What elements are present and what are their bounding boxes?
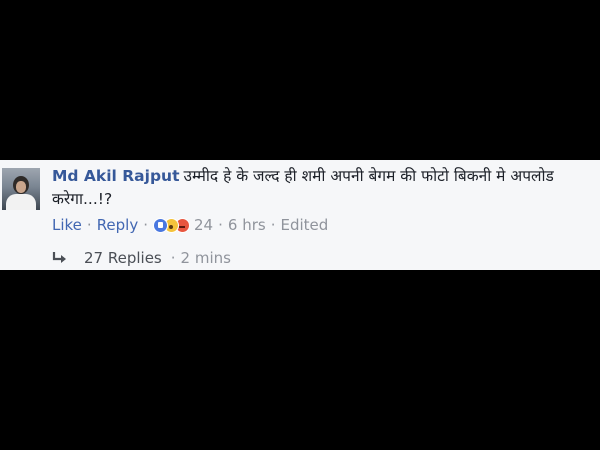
view-replies-link[interactable]: 27 Replies xyxy=(84,249,162,267)
reply-link[interactable]: Reply xyxy=(97,216,139,234)
comment-actions: Like · Reply · 24 · 6 hrs · Edited xyxy=(52,215,328,235)
replies-timestamp: 2 mins xyxy=(180,249,231,267)
separator-dot: · xyxy=(143,216,149,234)
avatar-face xyxy=(16,181,26,193)
like-link[interactable]: Like xyxy=(52,216,82,234)
avatar-body xyxy=(6,194,36,210)
separator-dot: · xyxy=(270,216,276,234)
like-reaction-icon xyxy=(153,217,169,233)
reaction-count[interactable]: 24 xyxy=(194,216,213,234)
screenshot-frame: Md Akil Rajput उम्मीद हे के जल्द ही शमी अ… xyxy=(0,0,600,450)
comment-timestamp[interactable]: 6 hrs xyxy=(228,216,266,234)
comment-author[interactable]: Md Akil Rajput xyxy=(52,167,180,185)
avatar[interactable] xyxy=(2,168,40,210)
separator-dot: · xyxy=(86,216,92,234)
separator-dot: · xyxy=(218,216,223,234)
separator-dot: · xyxy=(170,249,176,267)
reply-arrow-icon xyxy=(52,252,66,263)
comment: Md Akil Rajput उम्मीद हे के जल्द ही शमी अ… xyxy=(0,160,600,270)
replies-row: 27 Replies · 2 mins xyxy=(52,248,231,268)
comment-body: Md Akil Rajput उम्मीद हे के जल्द ही शमी अ… xyxy=(52,165,600,211)
edited-label[interactable]: Edited xyxy=(280,216,328,234)
reactions-summary[interactable] xyxy=(153,217,191,233)
